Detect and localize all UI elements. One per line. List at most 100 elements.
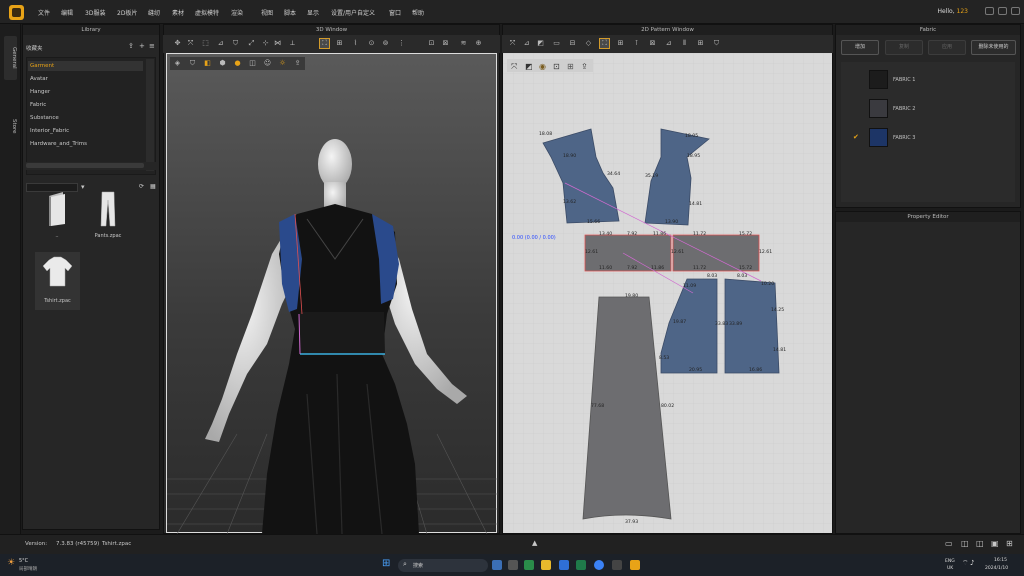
- refresh-icon[interactable]: ⟳: [139, 183, 144, 190]
- fabric-copy-button[interactable]: 复制: [885, 40, 923, 55]
- edge-icon[interactable]: [594, 560, 604, 570]
- pin-view-icon[interactable]: ●: [233, 59, 242, 68]
- layout-4-icon[interactable]: ▣: [991, 539, 999, 548]
- tack-icon[interactable]: ⋈: [273, 39, 282, 48]
- 3d-viewport[interactable]: ◈ ⛉ ◧ ⬢ ● ◫ ☺ ☼ ⇪: [166, 53, 498, 535]
- garment-view-icon[interactable]: ⛉: [188, 59, 197, 68]
- fabric-item-2[interactable]: FABRIC 2: [841, 95, 1015, 123]
- dart-icon[interactable]: ◇: [584, 39, 593, 48]
- tab-general[interactable]: General: [4, 36, 17, 80]
- grid-view-icon[interactable]: ▦: [150, 183, 156, 190]
- internal-line-icon[interactable]: ⊟: [568, 39, 577, 48]
- layout-5-icon[interactable]: ⊞: [1006, 539, 1013, 548]
- trace-icon[interactable]: ⊿: [664, 39, 673, 48]
- layout-3-icon[interactable]: ◫: [976, 539, 984, 548]
- clo-launcher-icon[interactable]: [612, 560, 622, 570]
- 2d-sewing-icon[interactable]: ⛶: [599, 38, 610, 49]
- tshirt-tool-icon[interactable]: ⛉: [231, 39, 240, 48]
- trim-icon[interactable]: ⊕: [474, 39, 483, 48]
- fabric-delete-unused-button[interactable]: 删除未使用的: [971, 40, 1016, 55]
- clock-date[interactable]: 2024/1/10: [985, 566, 1008, 571]
- topstitch-icon[interactable]: ⌇: [351, 39, 360, 48]
- library-file-parent[interactable]: ..: [39, 188, 75, 243]
- zipper-icon[interactable]: ⋮: [397, 39, 406, 48]
- library-item-hanger[interactable]: Hanger: [30, 89, 50, 95]
- filter-icon[interactable]: ▾: [81, 183, 85, 191]
- tshirt-2d-icon[interactable]: ⛉: [712, 39, 721, 48]
- lang-top[interactable]: ENG: [945, 559, 955, 564]
- file-explorer-icon[interactable]: [541, 560, 551, 570]
- start-icon[interactable]: ⊞: [382, 558, 390, 569]
- tab-store[interactable]: Store: [4, 108, 17, 144]
- menu-script[interactable]: 脚本: [284, 8, 296, 17]
- export-icon[interactable]: ⇪: [293, 59, 302, 68]
- browser-icon[interactable]: [524, 560, 534, 570]
- segment-icon[interactable]: ⊞: [335, 39, 344, 48]
- view-icon[interactable]: ◈: [173, 59, 182, 68]
- add-icon[interactable]: +: [139, 42, 145, 50]
- texture-icon[interactable]: ⊡: [427, 39, 436, 48]
- fabric-item-3[interactable]: ✔ FABRIC 3: [841, 124, 1015, 152]
- library-item-fabric[interactable]: Fabric: [30, 102, 46, 108]
- buttonhole-icon[interactable]: ⊚: [381, 39, 390, 48]
- layout-1-icon[interactable]: ▭: [945, 539, 953, 548]
- edit-point-icon[interactable]: ⊿: [522, 39, 531, 48]
- 2d-select-icon[interactable]: ⤧: [508, 39, 517, 48]
- clo-app-icon[interactable]: [630, 560, 640, 570]
- transform-icon[interactable]: ⬚: [201, 39, 210, 48]
- select-mesh-icon[interactable]: ✥: [173, 39, 182, 48]
- strain-icon[interactable]: ◫: [248, 59, 257, 68]
- menu-view[interactable]: 视图: [261, 8, 273, 17]
- minimize-button[interactable]: [985, 7, 994, 15]
- stitch-view-icon[interactable]: ⬢: [218, 59, 227, 68]
- library-item-avatar[interactable]: Avatar: [30, 76, 48, 82]
- measure-icon[interactable]: ⊹: [261, 39, 270, 48]
- avatar-view-icon[interactable]: ☺: [263, 59, 272, 68]
- menu-settings[interactable]: 设置/用户自定义: [331, 8, 375, 17]
- pin-icon[interactable]: ⤢: [247, 39, 256, 48]
- sewing-tool-icon[interactable]: ⛶: [319, 38, 330, 49]
- wifi-icon[interactable]: ⌔: [962, 559, 969, 568]
- menu-help[interactable]: 帮助: [412, 8, 424, 17]
- lang-bottom[interactable]: UK: [947, 566, 953, 571]
- menu-edit[interactable]: 编辑: [61, 8, 73, 17]
- fit-map-icon[interactable]: ☼: [278, 59, 287, 68]
- widgets-icon[interactable]: [492, 560, 502, 570]
- library-file-tshirt[interactable]: Tshirt.zpac: [35, 252, 80, 310]
- notch-icon[interactable]: ⊺: [632, 39, 641, 48]
- library-scrollbar[interactable]: [146, 59, 154, 171]
- weather-icon[interactable]: ☀: [7, 558, 15, 568]
- arrange-icon[interactable]: ⟂: [288, 39, 297, 48]
- maximize-button[interactable]: [998, 7, 1007, 15]
- library-file-pants[interactable]: Pants.zpac: [88, 188, 128, 243]
- library-item-substance[interactable]: Substance: [30, 115, 59, 121]
- library-h-scroll-thumb[interactable]: [26, 163, 144, 168]
- polygon-icon[interactable]: ◩: [536, 39, 545, 48]
- library-item-interior-fabric[interactable]: Interior_Fabric: [30, 128, 69, 134]
- menu-display[interactable]: 显示: [307, 8, 319, 17]
- free-sewing-icon[interactable]: ⊞: [616, 39, 625, 48]
- fabric-view-icon[interactable]: ◧: [203, 59, 212, 68]
- menu-avatar[interactable]: 虚拟模特: [195, 8, 219, 17]
- graphic-icon[interactable]: ⊠: [441, 39, 450, 48]
- fold-arrange-icon[interactable]: ⊠: [648, 39, 657, 48]
- puckering-icon[interactable]: ≋: [459, 39, 468, 48]
- symmetry-icon[interactable]: ⫴: [680, 39, 689, 48]
- volume-icon[interactable]: ♪: [970, 559, 974, 567]
- menu-icon[interactable]: ≡: [149, 42, 155, 50]
- taskbar-search-input[interactable]: ⌕ 搜索: [398, 559, 488, 572]
- menu-render[interactable]: 渲染: [231, 8, 243, 17]
- library-item-garment[interactable]: Garment: [30, 63, 54, 69]
- menu-sewing[interactable]: 缝纫: [148, 8, 160, 17]
- fabric-add-button[interactable]: 增加: [841, 40, 879, 55]
- mail-icon[interactable]: [559, 560, 569, 570]
- upload-icon[interactable]: ⇪: [128, 42, 134, 50]
- clock-time[interactable]: 16:15: [994, 558, 1007, 563]
- menu-2d-pattern[interactable]: 2D板片: [117, 8, 137, 17]
- fabric-apply-button[interactable]: 应用: [928, 40, 966, 55]
- layout-2-icon[interactable]: ◫: [961, 539, 969, 548]
- 2d-viewport[interactable]: ⤧ ◩ ◉ ⊡ ⊞ ⇪ 0.00 (0.00 / 0.00) 18.08 18.90 34…: [503, 53, 832, 533]
- task-view-icon[interactable]: [508, 560, 518, 570]
- close-button[interactable]: [1011, 7, 1020, 15]
- fold-icon[interactable]: ⊿: [216, 39, 225, 48]
